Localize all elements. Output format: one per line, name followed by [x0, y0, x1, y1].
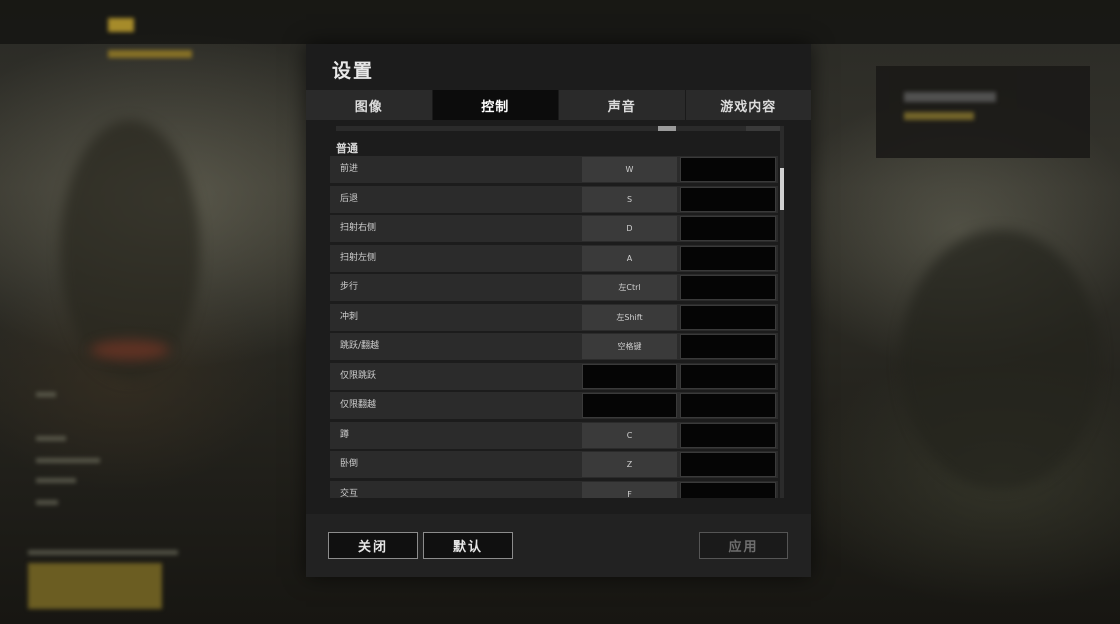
dialog-footer: 关闭 默认 应用 [306, 514, 811, 577]
lobby-menu-line [36, 458, 100, 463]
section-title-general: 普通 [336, 142, 358, 155]
binding-action-label: 扫射右侧 [340, 223, 377, 233]
vertical-scrollbar-thumb[interactable] [780, 168, 784, 210]
secondary-key-slot[interactable] [680, 245, 776, 271]
horizontal-scrollbar-thumb[interactable] [658, 126, 676, 131]
binding-action-label: 扫射左侧 [340, 252, 377, 263]
binding-row: 扫射左侧 A [330, 244, 778, 272]
lobby-top-bar [0, 0, 1120, 44]
binding-row: 跳跃/翻越 空格键 [330, 333, 778, 360]
background-foliage [900, 230, 1100, 490]
vertical-scrollbar[interactable] [780, 126, 784, 498]
primary-key-slot[interactable]: 左Shift [582, 304, 677, 330]
binding-action-label: 卧倒 [340, 459, 359, 469]
lobby-logo [108, 18, 134, 32]
background-weapon-blur [90, 340, 170, 360]
primary-key-slot[interactable]: 空格键 [582, 334, 677, 359]
secondary-key-slot[interactable] [680, 363, 776, 389]
reset-default-button[interactable]: 默认 [423, 532, 513, 559]
primary-key-slot[interactable]: W [582, 157, 677, 182]
primary-key-slot[interactable]: A [582, 245, 677, 271]
binding-row: 扫射右侧 D [330, 215, 778, 242]
binding-row: 卧倒 Z [330, 451, 778, 478]
secondary-key-slot[interactable] [680, 452, 776, 477]
binding-action-label: 后退 [340, 193, 359, 204]
settings-dialog: 设置 图像 控制 声音 游戏内容 普通 前进 W 后退 S 扫射右侧 D 扫射左… [306, 44, 811, 577]
primary-key-slot[interactable] [582, 363, 677, 389]
horizontal-scrollbar[interactable] [336, 126, 784, 131]
binding-row: 仅限跳跃 [330, 362, 778, 390]
secondary-key-slot[interactable] [680, 186, 776, 212]
lobby-menu-line [36, 478, 76, 483]
settings-tabs: 图像 控制 声音 游戏内容 [306, 90, 811, 120]
primary-key-slot[interactable]: S [582, 186, 677, 212]
secondary-key-slot[interactable] [680, 304, 776, 330]
binding-action-label: 蹲 [340, 429, 350, 440]
secondary-key-slot[interactable] [680, 422, 776, 448]
binding-row: 后退 S [330, 185, 778, 213]
binding-action-label: 仅限翻越 [340, 400, 377, 410]
horizontal-scrollbar-track-end [746, 126, 784, 131]
lobby-promo-panel [876, 66, 1090, 158]
primary-key-slot[interactable]: Z [582, 452, 677, 477]
binding-action-label: 仅限跳跃 [340, 370, 377, 381]
binding-row: 前进 W [330, 156, 778, 183]
secondary-key-slot[interactable] [680, 157, 776, 182]
binding-action-label: 步行 [340, 282, 359, 292]
dialog-title: 设置 [332, 60, 375, 82]
secondary-key-slot[interactable] [680, 216, 776, 241]
primary-key-slot[interactable]: F [582, 481, 677, 498]
binding-row: 仅限翻越 [330, 392, 778, 419]
primary-key-slot[interactable] [582, 393, 677, 418]
binding-action-label: 交互 [340, 488, 359, 499]
secondary-key-slot[interactable] [680, 481, 776, 498]
tab-graphics[interactable]: 图像 [306, 90, 433, 120]
apply-button[interactable]: 应用 [699, 532, 788, 559]
secondary-key-slot[interactable] [680, 393, 776, 418]
binding-row: 蹲 C [330, 421, 778, 449]
binding-rows: 前进 W 后退 S 扫射右侧 D 扫射左侧 A 步行 左Ctrl 冲刺 左Shi… [330, 156, 778, 498]
binding-action-label: 冲刺 [340, 311, 359, 322]
tab-sound[interactable]: 声音 [559, 90, 686, 120]
lobby-start-button [28, 563, 162, 609]
binding-row: 交互 F [330, 480, 778, 499]
secondary-key-slot[interactable] [680, 334, 776, 359]
lobby-menu-line [36, 500, 58, 505]
primary-key-slot[interactable]: 左Ctrl [582, 275, 677, 300]
binding-action-label: 前进 [340, 164, 359, 174]
binding-row: 冲刺 左Shift [330, 303, 778, 331]
binding-action-label: 跳跃/翻越 [340, 341, 380, 351]
binding-row: 步行 左Ctrl [330, 274, 778, 301]
lobby-menu-line [28, 550, 178, 555]
secondary-key-slot[interactable] [680, 275, 776, 300]
tab-controls[interactable]: 控制 [432, 90, 559, 120]
close-button[interactable]: 关闭 [328, 532, 418, 559]
keybinding-list: 普通 前进 W 后退 S 扫射右侧 D 扫射左侧 A 步行 左Ctrl 冲刺 左… [330, 126, 792, 498]
lobby-menu-line [36, 392, 56, 397]
primary-key-slot[interactable]: C [582, 422, 677, 448]
lobby-menu-line [36, 436, 66, 441]
tab-gameplay[interactable]: 游戏内容 [685, 90, 811, 120]
primary-key-slot[interactable]: D [582, 216, 677, 241]
lobby-logo-subtitle [108, 50, 192, 58]
